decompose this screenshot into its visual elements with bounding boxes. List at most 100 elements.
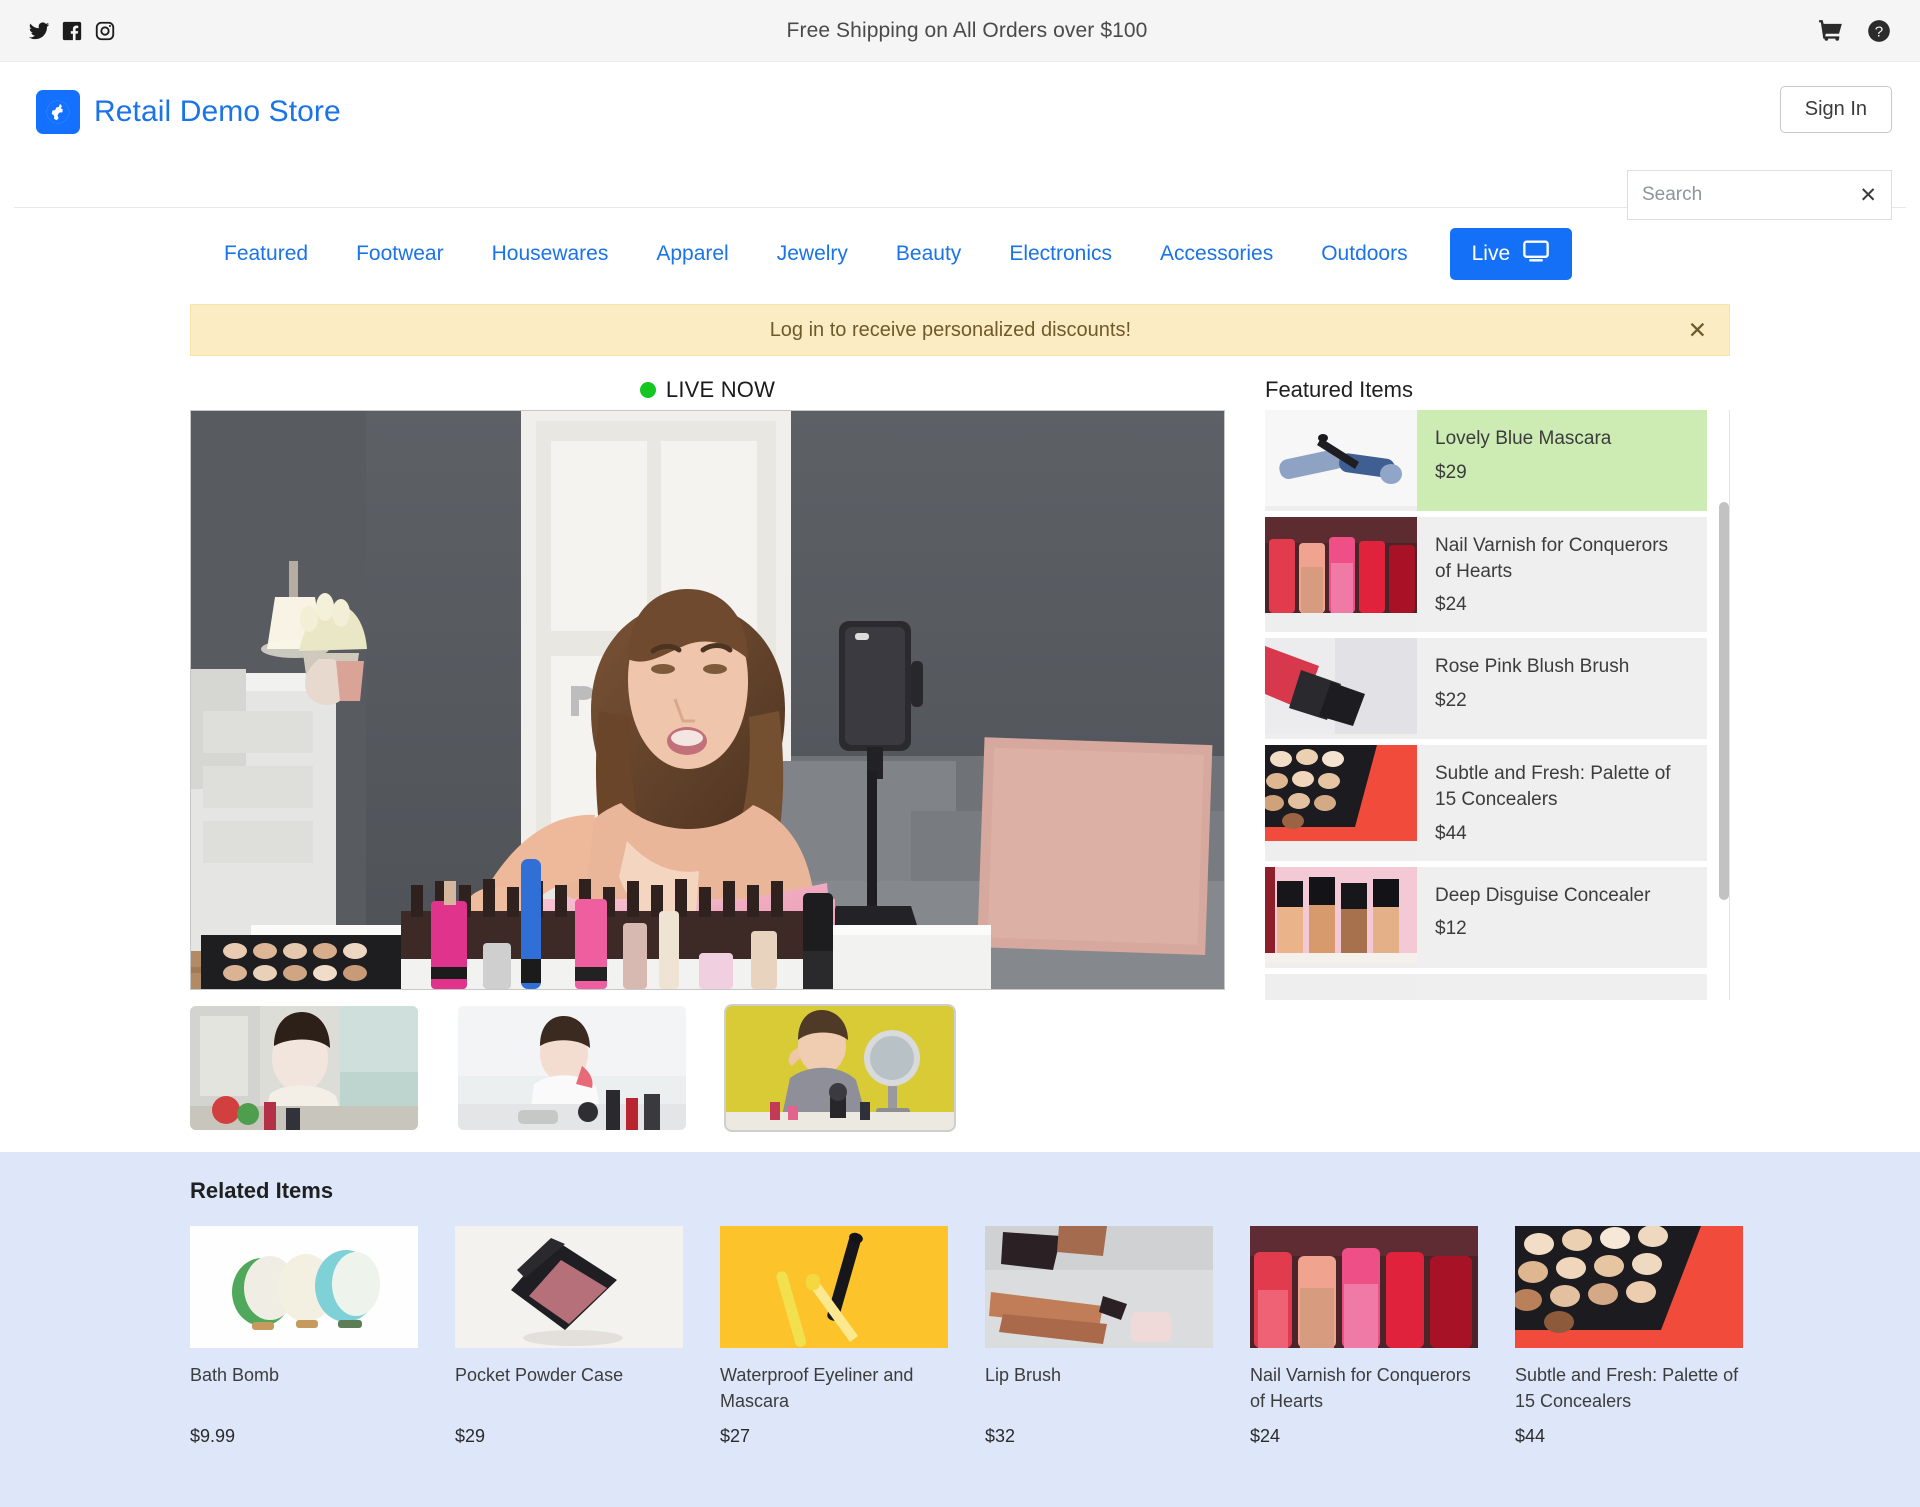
related-item-3-name: Lip Brush	[985, 1365, 1062, 1385]
alert-close-icon[interactable]: ✕	[1688, 318, 1707, 342]
search-clear-icon[interactable]: ✕	[1859, 185, 1877, 206]
nav-item-beauty[interactable]: Beauty	[872, 242, 985, 266]
nav-item-featured[interactable]: Featured	[200, 242, 332, 266]
featured-item-4-name: Deep Disguise Concealer	[1435, 884, 1651, 906]
featured-item-1-price: $24	[1435, 594, 1467, 616]
nav-item-outdoors[interactable]: Outdoors	[1297, 242, 1431, 266]
featured-item-1-meta: Nail Varnish for Conquerors of Hearts $2…	[1417, 517, 1707, 633]
help-circle-icon[interactable]: ?	[1866, 18, 1892, 44]
featured-item-2-image	[1265, 638, 1417, 740]
live-video-player[interactable]	[190, 410, 1225, 990]
featured-item-1[interactable]: Nail Varnish for Conquerors of Hearts $2…	[1265, 517, 1707, 633]
video-thumbnail-2[interactable]	[458, 1006, 686, 1130]
related-item-0-name: Bath Bomb	[190, 1365, 280, 1385]
live-button[interactable]: Live	[1449, 228, 1573, 280]
related-items-section: Related Items Bath Bomb $9.99 Pocket Pow…	[0, 1152, 1920, 1507]
instagram-icon[interactable]	[94, 20, 116, 42]
nav-item-footwear[interactable]: Footwear	[332, 242, 468, 266]
related-item-3[interactable]: Lip Brush $32	[985, 1226, 1213, 1447]
featured-item-3[interactable]: Subtle and Fresh: Palette of 15 Conceale…	[1265, 745, 1707, 861]
related-item-0[interactable]: Bath Bomb $9.99	[190, 1226, 418, 1447]
personalized-discount-alert: Log in to receive personalized discounts…	[190, 304, 1730, 356]
featured-item-2[interactable]: Rose Pink Blush Brush $22	[1265, 638, 1707, 740]
brand-header: Retail Demo Store Sign In ✕	[0, 62, 1920, 220]
featured-items-column: Featured Items Lovely Blue Mascara $29 N…	[1265, 370, 1730, 1130]
related-item-3-image	[985, 1226, 1213, 1348]
brand-name: Retail Demo Store	[94, 95, 341, 128]
globe-icon	[36, 90, 80, 134]
tv-monitor-icon	[1522, 237, 1550, 271]
search-input[interactable]	[1642, 184, 1832, 206]
live-status: LIVE NOW	[190, 370, 1225, 410]
featured-item-1-name: Nail Varnish for Conquerors of Hearts	[1435, 535, 1669, 582]
search-box[interactable]: ✕	[1627, 170, 1892, 220]
brand-logo-link[interactable]: Retail Demo Store	[36, 90, 341, 134]
featured-items-list: Lovely Blue Mascara $29 Nail Varnish for…	[1265, 410, 1730, 1000]
page-root: Free Shipping on All Orders over $100 ? …	[0, 0, 1920, 1507]
live-button-label: Live	[1471, 242, 1511, 265]
featured-item-3-meta: Subtle and Fresh: Palette of 15 Conceale…	[1417, 745, 1707, 861]
related-item-2[interactable]: Waterproof Eyeliner and Mascara $27	[720, 1226, 948, 1447]
related-item-4[interactable]: Nail Varnish for Conquerors of Hearts $2…	[1250, 1226, 1478, 1447]
nav-item-housewares[interactable]: Housewares	[468, 242, 633, 266]
related-item-0-image	[190, 1226, 418, 1348]
related-item-2-price: $27	[720, 1426, 751, 1447]
nav-item-jewelry[interactable]: Jewelry	[753, 242, 872, 266]
featured-item-partial[interactable]	[1265, 973, 1707, 1000]
facebook-icon[interactable]	[61, 20, 83, 42]
related-items-grid: Bath Bomb $9.99 Pocket Powder Case $29 W…	[190, 1226, 1743, 1447]
related-item-1[interactable]: Pocket Powder Case $29	[455, 1226, 683, 1447]
related-item-4-image	[1250, 1226, 1478, 1348]
featured-item-3-name: Subtle and Fresh: Palette of 15 Conceale…	[1435, 763, 1671, 810]
related-item-3-price: $32	[985, 1426, 1016, 1446]
featured-item-partial-image	[1265, 973, 1417, 1000]
featured-item-4-image	[1265, 866, 1417, 968]
featured-item-1-image	[1265, 517, 1417, 633]
video-thumbnail-1[interactable]	[190, 1006, 418, 1130]
sign-in-button[interactable]: Sign In	[1779, 86, 1892, 133]
featured-list-scrollbar-thumb[interactable]	[1719, 502, 1729, 900]
featured-item-2-price: $22	[1435, 689, 1467, 711]
featured-item-4-meta: Deep Disguise Concealer $12	[1417, 866, 1707, 968]
nav-item-apparel[interactable]: Apparel	[632, 242, 752, 266]
nav-item-accessories[interactable]: Accessories	[1136, 242, 1297, 266]
featured-item-3-price: $44	[1435, 822, 1467, 844]
featured-item-0-meta: Lovely Blue Mascara $29	[1417, 410, 1707, 511]
related-item-0-price: $9.99	[190, 1426, 236, 1446]
featured-item-4[interactable]: Deep Disguise Concealer $12	[1265, 866, 1707, 968]
featured-item-partial-meta	[1417, 973, 1707, 1000]
featured-item-0-image	[1265, 410, 1417, 511]
featured-items-title: Featured Items	[1265, 377, 1413, 402]
twitter-icon[interactable]	[28, 20, 50, 42]
video-thumbnail-3[interactable]	[726, 1006, 954, 1130]
related-item-1-price: $29	[455, 1426, 486, 1446]
related-items-title: Related Items	[190, 1178, 334, 1203]
related-item-2-image	[720, 1226, 948, 1348]
shopping-cart-icon[interactable]	[1818, 18, 1844, 44]
featured-item-3-image	[1265, 745, 1417, 861]
live-player-column: LIVE NOW	[190, 370, 1225, 1130]
svg-text:?: ?	[1875, 23, 1883, 40]
alert-message: Log in to receive personalized discounts…	[769, 318, 1132, 341]
featured-list-scrollbar-track[interactable]	[1719, 410, 1729, 1000]
category-nav: Featured Footwear Housewares Apparel Jew…	[0, 208, 1920, 300]
related-item-2-name: Waterproof Eyeliner and Mascara	[720, 1365, 914, 1412]
related-item-4-name: Nail Varnish for Conquerors of Hearts	[1250, 1365, 1471, 1412]
nav-item-electronics[interactable]: Electronics	[985, 242, 1136, 266]
announcement-bar: Free Shipping on All Orders over $100 ?	[0, 0, 1920, 62]
related-item-1-name: Pocket Powder Case	[455, 1365, 624, 1385]
live-stream-section: LIVE NOW Featured Items Lovely Blue Masc…	[0, 370, 1920, 1130]
featured-item-2-name: Rose Pink Blush Brush	[1435, 656, 1630, 678]
video-thumbnail-2-image	[458, 1006, 686, 1130]
related-item-5[interactable]: Subtle and Fresh: Palette of 15 Conceale…	[1515, 1226, 1743, 1447]
related-item-5-image	[1515, 1226, 1743, 1348]
social-links	[28, 20, 116, 42]
video-thumbnail-3-image	[726, 1006, 954, 1130]
featured-item-4-price: $12	[1435, 918, 1467, 940]
announcement-text: Free Shipping on All Orders over $100	[786, 18, 1148, 42]
related-item-1-image	[455, 1226, 683, 1348]
featured-item-2-meta: Rose Pink Blush Brush $22	[1417, 638, 1707, 740]
related-item-5-price: $44	[1515, 1426, 1546, 1447]
featured-item-0[interactable]: Lovely Blue Mascara $29	[1265, 410, 1707, 511]
live-video-frame	[191, 411, 1224, 989]
